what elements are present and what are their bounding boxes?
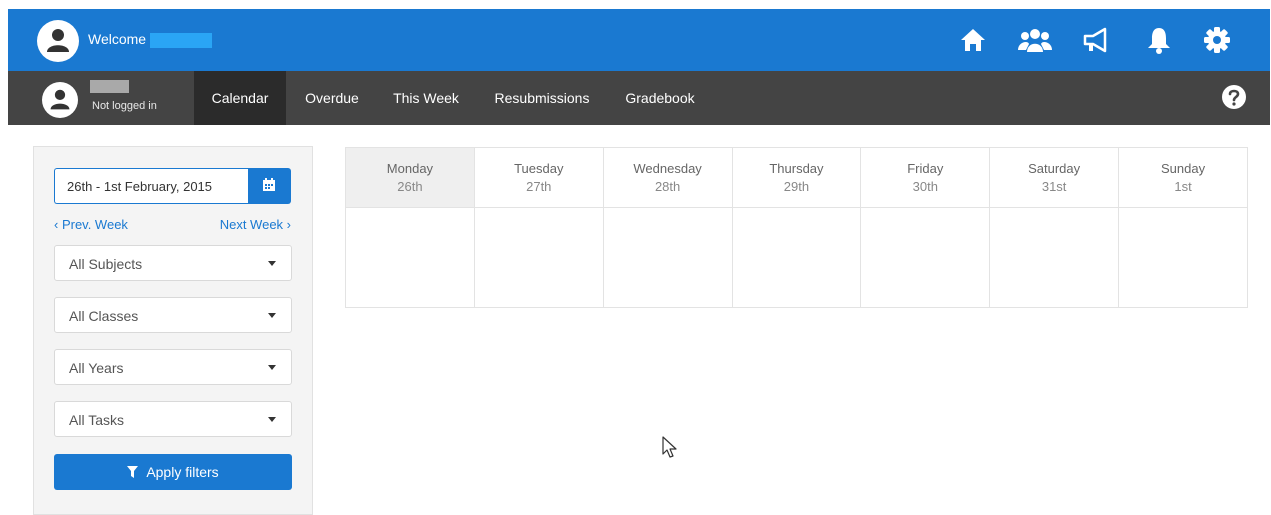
day-header-wednesday: Wednesday 28th — [602, 147, 733, 208]
apply-filters-button[interactable]: Apply filters — [54, 454, 292, 490]
subjects-select-value: All Subjects — [69, 256, 143, 272]
caret-down-icon — [268, 365, 276, 370]
classes-select-value: All Classes — [69, 308, 139, 324]
day-date: 1st — [1174, 179, 1192, 194]
day-date: 29th — [783, 179, 810, 194]
day-name: Monday — [386, 161, 434, 176]
next-week-link[interactable]: Next Week › — [220, 217, 291, 232]
redacted-user-name — [90, 80, 129, 93]
day-header-saturday: Saturday 31st — [989, 147, 1120, 208]
calendar-icon — [263, 178, 275, 191]
top-bar: Welcome — [8, 9, 1270, 71]
day-header-sunday: Sunday 1st — [1118, 147, 1248, 208]
nav-bar: Not logged in Calendar Overdue This Week… — [8, 71, 1270, 125]
caret-down-icon — [268, 417, 276, 422]
caret-down-icon — [268, 261, 276, 266]
user-icon — [50, 89, 70, 110]
day-name: Saturday — [1028, 161, 1081, 176]
day-name: Wednesday — [633, 161, 702, 176]
user-avatar[interactable] — [42, 82, 78, 118]
mouse-cursor-icon — [662, 436, 677, 458]
day-cell-thursday[interactable] — [731, 207, 862, 308]
day-header-thursday: Thursday 29th — [731, 147, 862, 208]
question-circle-icon[interactable] — [1221, 84, 1247, 110]
calendar-header-row: Monday 26th Tuesday 27th Wednesday 28th Thu… — [345, 147, 1248, 208]
tasks-select[interactable]: All Tasks — [54, 401, 292, 437]
megaphone-icon[interactable] — [1081, 25, 1111, 55]
users-icon[interactable] — [1018, 25, 1052, 55]
day-name: Tuesday — [514, 161, 564, 176]
day-cell-saturday[interactable] — [989, 207, 1120, 308]
tasks-select-value: All Tasks — [69, 412, 124, 428]
caret-down-icon — [268, 313, 276, 318]
day-date: 30th — [912, 179, 938, 194]
bell-icon[interactable] — [1144, 25, 1174, 55]
day-cell-sunday[interactable] — [1118, 207, 1248, 308]
tab-overdue[interactable]: Overdue — [296, 71, 368, 125]
years-select-value: All Years — [69, 360, 124, 376]
day-cell-monday[interactable] — [345, 207, 475, 308]
tab-calendar[interactable]: Calendar — [194, 71, 286, 125]
subjects-select[interactable]: All Subjects — [54, 245, 292, 281]
gear-icon[interactable] — [1202, 25, 1232, 55]
day-name: Thursday — [769, 161, 824, 176]
day-cell-wednesday[interactable] — [602, 207, 733, 308]
home-icon[interactable] — [958, 25, 988, 55]
classes-select[interactable]: All Classes — [54, 297, 292, 333]
filter-sidebar: ‹ Prev. Week Next Week › All Subjects Al… — [33, 146, 313, 515]
redacted-username — [150, 33, 212, 48]
day-header-tuesday: Tuesday 27th — [473, 147, 604, 208]
tab-gradebook[interactable]: Gradebook — [616, 71, 704, 125]
avatar[interactable] — [37, 20, 79, 62]
day-date: 27th — [526, 179, 552, 194]
tab-this-week[interactable]: This Week — [386, 71, 466, 125]
date-range-input[interactable] — [54, 168, 250, 204]
calendar-picker-button[interactable] — [248, 168, 291, 204]
day-header-friday: Friday 30th — [860, 147, 991, 208]
week-calendar: Monday 26th Tuesday 27th Wednesday 28th Thu… — [345, 147, 1248, 308]
apply-filters-label: Apply filters — [146, 464, 219, 480]
day-cell-friday[interactable] — [860, 207, 991, 308]
day-name: Sunday — [1160, 161, 1206, 176]
day-cell-tuesday[interactable] — [473, 207, 604, 308]
filter-icon — [127, 466, 139, 478]
user-icon — [47, 29, 69, 52]
day-date: 28th — [654, 179, 681, 194]
calendar-body-row — [345, 207, 1248, 308]
tab-resubmissions[interactable]: Resubmissions — [486, 71, 598, 125]
day-header-monday: Monday 26th — [345, 147, 475, 208]
day-date: 26th — [397, 179, 423, 194]
day-date: 31st — [1041, 179, 1067, 194]
years-select[interactable]: All Years — [54, 349, 292, 385]
user-status: Not logged in — [92, 100, 157, 112]
day-name: Friday — [907, 161, 944, 176]
prev-week-link[interactable]: ‹ Prev. Week — [54, 217, 128, 232]
welcome-label: Welcome — [88, 31, 147, 47]
